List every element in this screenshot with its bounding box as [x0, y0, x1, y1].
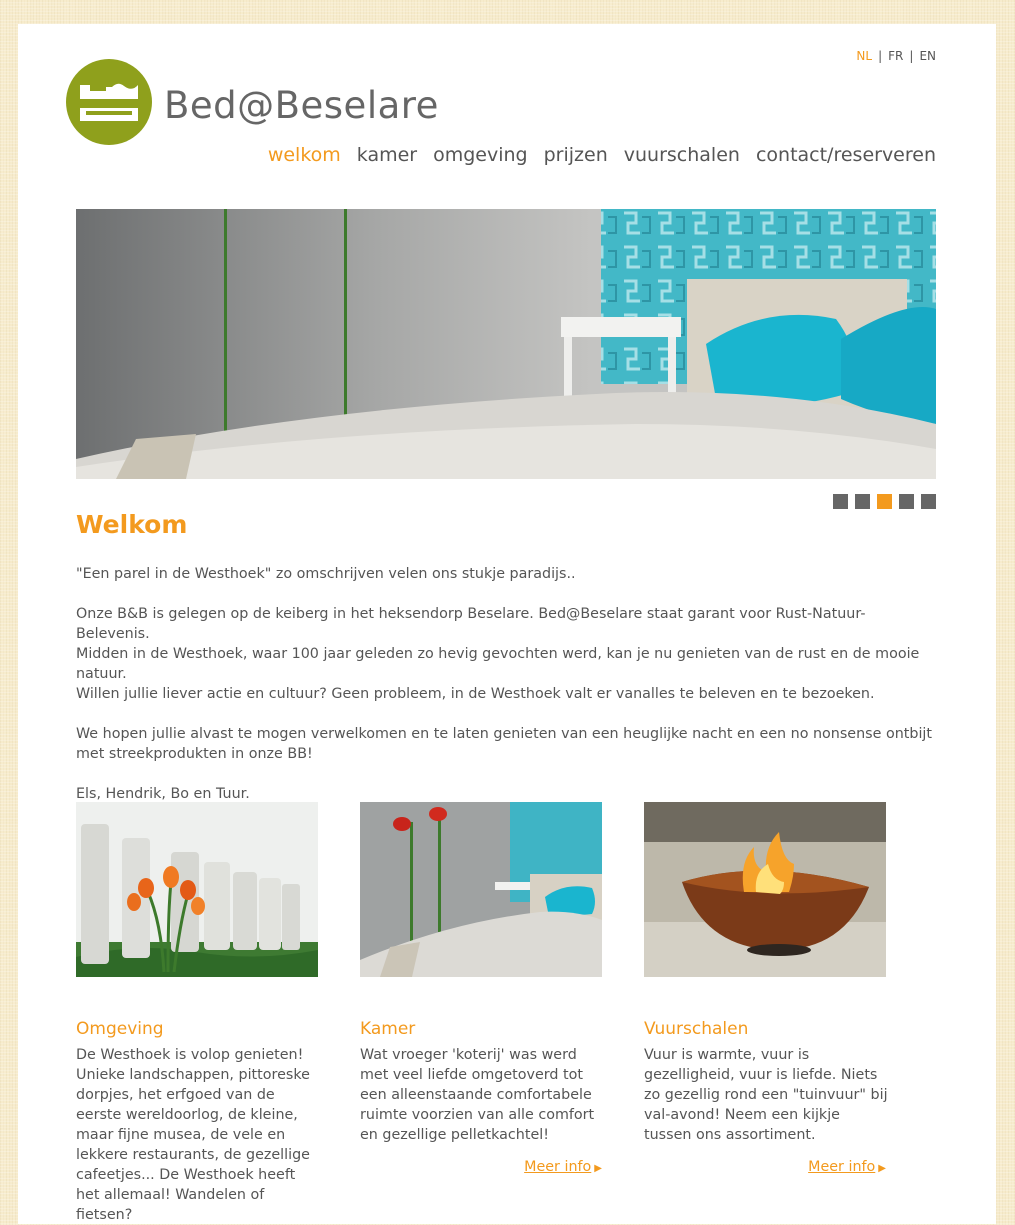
- lang-fr[interactable]: FR: [888, 49, 903, 63]
- hero-slideshow-image: [76, 209, 936, 479]
- card-image-room[interactable]: [360, 802, 602, 977]
- intro-paragraph: We hopen jullie alvast te mogen verwelko…: [76, 726, 932, 762]
- intro-line: Onze B&B is gelegen op de keiberg in het…: [76, 606, 866, 642]
- card-kamer: Kamer Wat vroeger 'koterij' was werd met…: [360, 802, 602, 1175]
- card-image-cemetery[interactable]: [76, 802, 318, 977]
- lang-nl[interactable]: NL: [856, 49, 872, 63]
- card-omgeving: Omgeving De Westhoek is volop genieten! …: [76, 802, 318, 1225]
- chevron-right-icon: ▶: [878, 1163, 886, 1174]
- card-title[interactable]: Vuurschalen: [644, 1019, 886, 1039]
- slider-dot[interactable]: [855, 494, 870, 509]
- lang-separator: |: [909, 49, 914, 63]
- intro-signature: Els, Hendrik, Bo en Tuur.: [76, 786, 250, 802]
- main-nav: welkom kamer omgeving prijzen vuurschale…: [268, 144, 936, 166]
- chevron-right-icon: ▶: [594, 1163, 602, 1174]
- nav-prijzen[interactable]: prijzen: [544, 144, 608, 166]
- meer-info-link[interactable]: Meer info ▶: [360, 1159, 602, 1175]
- card-title[interactable]: Kamer: [360, 1019, 602, 1039]
- card-text: Vuur is warmte, vuur is gezelligheid, vu…: [644, 1047, 888, 1143]
- bed-logo-icon[interactable]: [66, 59, 152, 145]
- page-title: Welkom: [76, 510, 188, 539]
- nav-welkom[interactable]: welkom: [268, 144, 341, 166]
- site-brand[interactable]: Bed@Beselare: [164, 84, 439, 127]
- slider-dot-active[interactable]: [877, 494, 892, 509]
- card-image-firebowl[interactable]: [644, 802, 886, 977]
- intro-line: Midden in de Westhoek, waar 100 jaar gel…: [76, 646, 920, 682]
- nav-vuurschalen[interactable]: vuurschalen: [624, 144, 740, 166]
- slider-dot[interactable]: [921, 494, 936, 509]
- intro-text: "Een parel in de Westhoek" zo omschrijve…: [76, 564, 938, 824]
- card-text: De Westhoek is volop genieten! Unieke la…: [76, 1047, 310, 1223]
- slider-dots: [833, 494, 936, 509]
- card-title[interactable]: Omgeving: [76, 1019, 318, 1039]
- slider-dot[interactable]: [899, 494, 914, 509]
- language-switcher: NL | FR | EN: [856, 49, 936, 63]
- meer-info-link[interactable]: Meer info ▶: [644, 1159, 886, 1175]
- lang-separator: |: [878, 49, 883, 63]
- nav-contact-reserveren[interactable]: contact/reserveren: [756, 144, 936, 166]
- slider-dot[interactable]: [833, 494, 848, 509]
- intro-paragraph: Onze B&B is gelegen op de keiberg in het…: [76, 604, 938, 704]
- card-text: Wat vroeger 'koterij' was werd met veel …: [360, 1047, 595, 1143]
- nav-omgeving[interactable]: omgeving: [433, 144, 528, 166]
- card-vuurschalen: Vuurschalen Vuur is warmte, vuur is geze…: [644, 802, 888, 1175]
- intro-paragraph: "Een parel in de Westhoek" zo omschrijve…: [76, 566, 576, 582]
- page-container: NL | FR | EN Bed@Beselare welkom kamer omgev…: [18, 24, 996, 1224]
- lang-en[interactable]: EN: [919, 49, 936, 63]
- nav-kamer[interactable]: kamer: [357, 144, 417, 166]
- intro-line: Willen jullie liever actie en cultuur? G…: [76, 686, 875, 702]
